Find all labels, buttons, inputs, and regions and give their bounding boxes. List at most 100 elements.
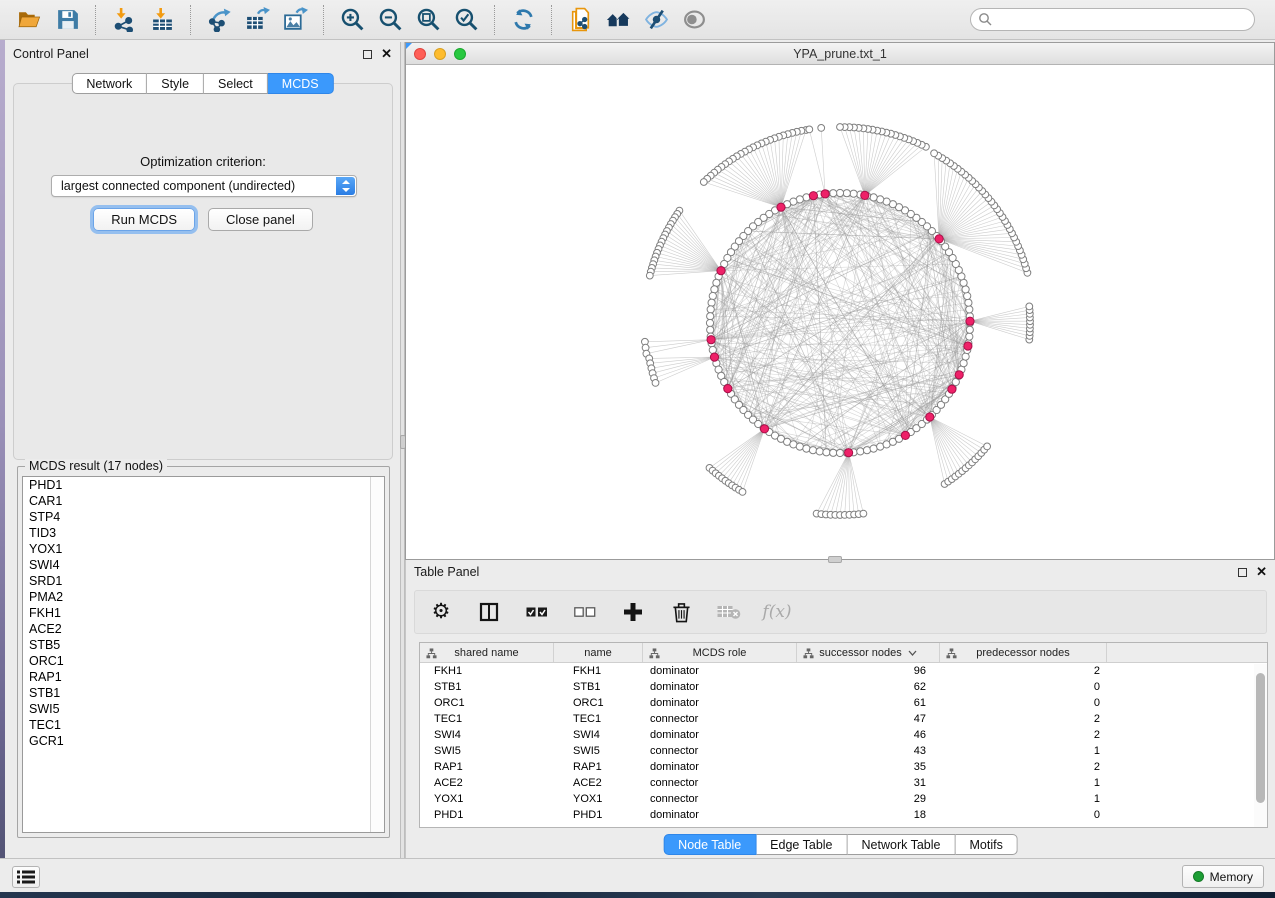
dominator-node[interactable] xyxy=(724,385,732,393)
ring-node[interactable] xyxy=(707,326,714,333)
ring-node[interactable] xyxy=(964,292,971,299)
horizontal-splitter-knob[interactable] xyxy=(828,556,842,563)
export-network-icon[interactable] xyxy=(204,5,234,35)
import-network-icon[interactable] xyxy=(109,5,139,35)
ring-node[interactable] xyxy=(836,449,843,456)
dominator-node[interactable] xyxy=(717,267,725,275)
home-network-icon[interactable] xyxy=(603,5,633,35)
leaf-node[interactable] xyxy=(860,510,867,517)
unselect-all-icon[interactable] xyxy=(573,600,597,624)
ring-node[interactable] xyxy=(823,449,830,456)
minimize-window-icon[interactable] xyxy=(434,48,446,60)
mcds-result-node[interactable]: TEC1 xyxy=(23,717,384,733)
ring-node[interactable] xyxy=(796,443,803,450)
save-icon[interactable] xyxy=(52,5,82,35)
table-scrollbar[interactable] xyxy=(1254,664,1267,827)
table-row[interactable]: STB1STB1dominator620 xyxy=(420,679,1267,695)
zoom-out-icon[interactable] xyxy=(375,5,405,35)
mcds-result-node[interactable]: YOX1 xyxy=(23,541,384,557)
mcds-result-node[interactable]: GCR1 xyxy=(23,733,384,749)
ring-node[interactable] xyxy=(706,319,713,326)
dominator-node[interactable] xyxy=(964,342,972,350)
mcds-result-node[interactable]: SRD1 xyxy=(23,573,384,589)
show-hidden-eye-icon[interactable] xyxy=(679,5,709,35)
tab-network-table[interactable]: Network Table xyxy=(848,834,956,855)
ring-node[interactable] xyxy=(830,449,837,456)
ring-node[interactable] xyxy=(843,190,850,197)
ring-node[interactable] xyxy=(836,189,843,196)
leaf-node[interactable] xyxy=(837,124,844,131)
ring-node[interactable] xyxy=(709,346,716,353)
close-panel-button[interactable]: Close panel xyxy=(208,208,313,231)
ring-node[interactable] xyxy=(870,445,877,452)
dominator-node[interactable] xyxy=(710,353,718,361)
mcds-result-node[interactable]: STP4 xyxy=(23,509,384,525)
ring-node[interactable] xyxy=(708,299,715,306)
ring-node[interactable] xyxy=(850,190,857,197)
ring-node[interactable] xyxy=(962,286,969,293)
mcds-result-node[interactable]: PHD1 xyxy=(23,477,384,493)
ring-node[interactable] xyxy=(966,306,973,313)
ring-node[interactable] xyxy=(816,448,823,455)
dominator-node[interactable] xyxy=(777,203,785,211)
select-all-icon[interactable] xyxy=(525,600,549,624)
mcds-result-node[interactable]: ACE2 xyxy=(23,621,384,637)
leaf-node[interactable] xyxy=(1026,303,1033,310)
gear-icon[interactable]: ⚙ xyxy=(429,600,453,624)
dominator-node[interactable] xyxy=(861,191,869,199)
leaf-node[interactable] xyxy=(652,380,659,387)
dominator-node[interactable] xyxy=(955,371,963,379)
table-row[interactable]: ACE2ACE2connector311 xyxy=(420,775,1267,791)
export-table-icon[interactable] xyxy=(242,5,272,35)
dominator-node[interactable] xyxy=(966,317,974,325)
dominator-node[interactable] xyxy=(901,431,909,439)
task-history-button[interactable] xyxy=(12,866,40,888)
mcds-result-node[interactable]: RAP1 xyxy=(23,669,384,685)
column-header-MCDS-role[interactable]: MCDS role xyxy=(643,643,797,662)
float-panel-icon[interactable] xyxy=(1238,568,1247,577)
close-panel-icon[interactable]: ✕ xyxy=(1256,567,1267,577)
tab-node-table[interactable]: Node Table xyxy=(663,834,756,855)
dominator-node[interactable] xyxy=(707,336,715,344)
table-scrollbar-thumb[interactable] xyxy=(1256,673,1265,803)
dominator-node[interactable] xyxy=(948,385,956,393)
columns-icon[interactable] xyxy=(477,600,501,624)
column-header-predecessor-nodes[interactable]: predecessor nodes xyxy=(940,643,1107,662)
leaf-node[interactable] xyxy=(931,150,938,157)
leaf-node[interactable] xyxy=(806,126,813,133)
run-mcds-button[interactable]: Run MCDS xyxy=(93,208,195,231)
mcds-result-node[interactable]: FKH1 xyxy=(23,605,384,621)
zoom-selected-icon[interactable] xyxy=(451,5,481,35)
criterion-dropdown[interactable]: largest connected component (undirected) xyxy=(51,175,357,197)
dominator-node[interactable] xyxy=(809,192,817,200)
network-window-titlebar[interactable]: YPA_prune.txt_1 xyxy=(406,43,1274,65)
mcds-result-node[interactable]: ORC1 xyxy=(23,653,384,669)
dominator-node[interactable] xyxy=(821,190,829,198)
open-folder-icon[interactable] xyxy=(14,5,44,35)
close-panel-icon[interactable]: ✕ xyxy=(381,49,392,59)
table-row[interactable]: SWI4SWI4dominator462 xyxy=(420,727,1267,743)
leaf-node[interactable] xyxy=(739,489,746,496)
table-row[interactable]: YOX1YOX1connector291 xyxy=(420,791,1267,807)
ring-node[interactable] xyxy=(965,299,972,306)
zoom-fit-icon[interactable] xyxy=(413,5,443,35)
table-row[interactable]: FKH1FKH1dominator962 xyxy=(420,663,1267,679)
add-icon[interactable] xyxy=(621,600,645,624)
ring-node[interactable] xyxy=(707,306,714,313)
leaf-node[interactable] xyxy=(700,179,707,186)
leaf-node[interactable] xyxy=(818,125,825,132)
mcds-result-node[interactable]: TID3 xyxy=(23,525,384,541)
column-header-name[interactable]: name xyxy=(554,643,643,662)
mcds-result-list[interactable]: PHD1CAR1STP4TID3YOX1SWI4SRD1PMA2FKH1ACE2… xyxy=(22,476,385,833)
dominator-node[interactable] xyxy=(845,449,853,457)
tab-motifs[interactable]: Motifs xyxy=(955,834,1017,855)
mcds-result-node[interactable]: STB5 xyxy=(23,637,384,653)
ring-node[interactable] xyxy=(711,286,718,293)
ring-node[interactable] xyxy=(713,279,720,286)
dominator-node[interactable] xyxy=(935,235,943,243)
hide-selected-eye-icon[interactable] xyxy=(641,5,671,35)
delete-icon[interactable] xyxy=(669,600,693,624)
ring-node[interactable] xyxy=(870,194,877,201)
export-image-icon[interactable] xyxy=(280,5,310,35)
mcds-list-scrollbar[interactable] xyxy=(370,477,384,832)
